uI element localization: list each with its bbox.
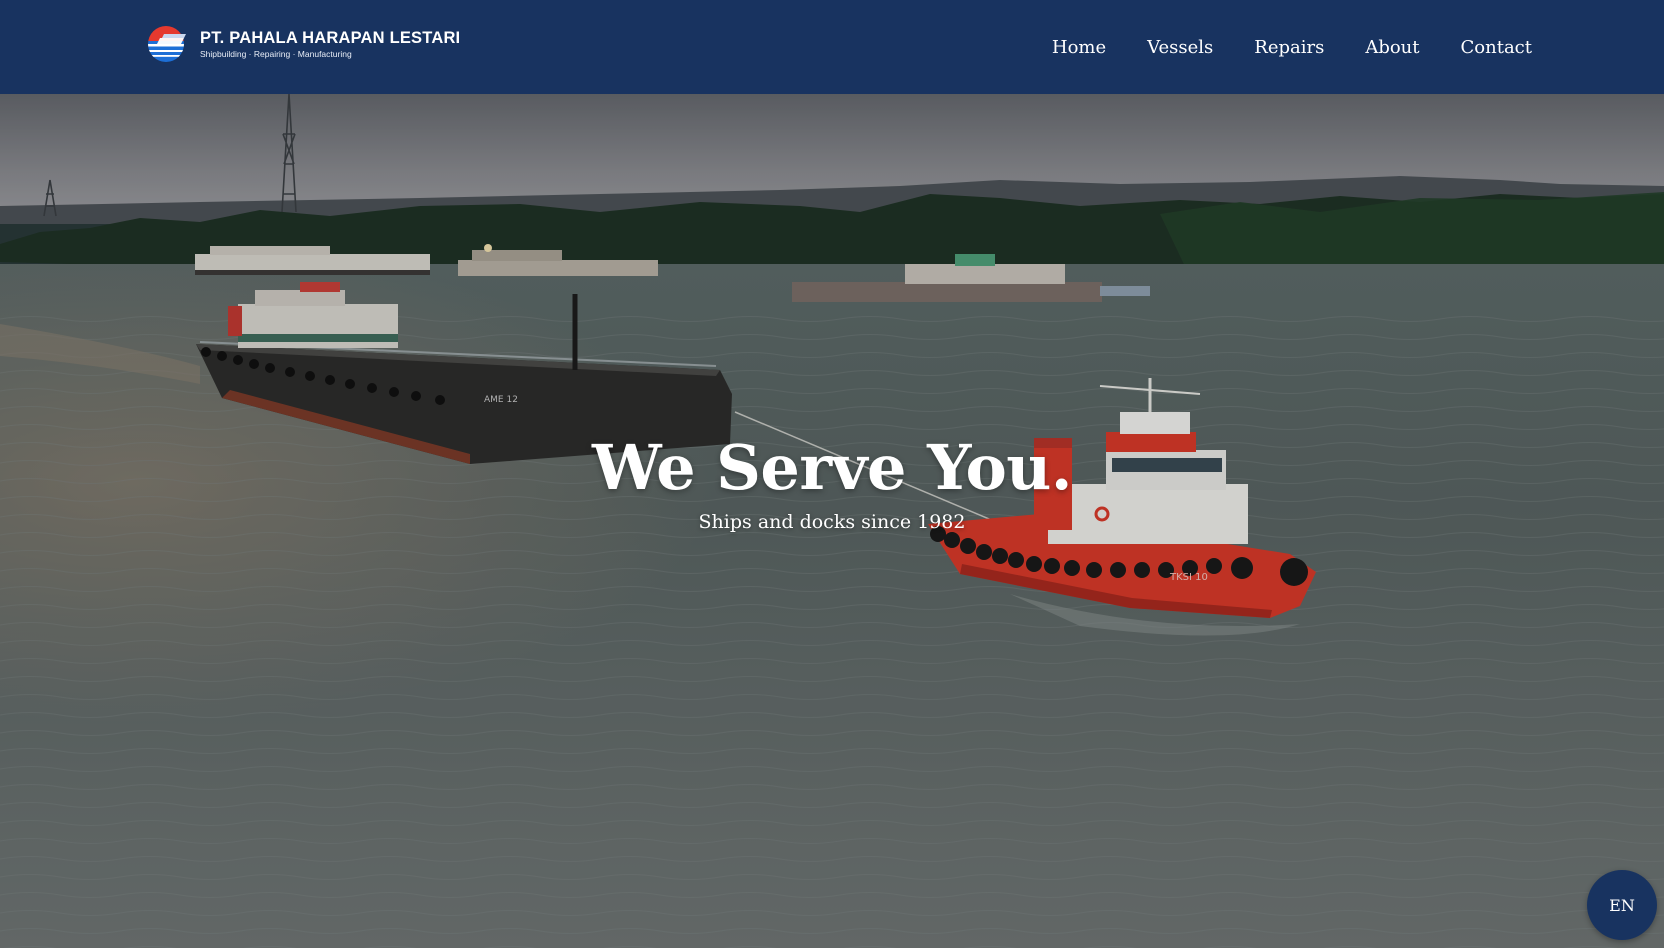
top-navbar: PT. PAHALA HARAPAN LESTARI Shipbuilding … (0, 0, 1664, 94)
language-switch-button[interactable]: EN (1587, 870, 1657, 940)
nav-home-link[interactable]: Home (1052, 37, 1106, 58)
hero-section: AME 12 TKSI 10 (0, 94, 1664, 948)
nav-vessels-link[interactable]: Vessels (1147, 37, 1213, 58)
globe-ship-logo-icon (148, 26, 186, 62)
nav-repairs-link[interactable]: Repairs (1254, 37, 1324, 58)
hero-background-image: AME 12 TKSI 10 (0, 94, 1664, 948)
brand-logo[interactable]: PT. PAHALA HARAPAN LESTARI Shipbuilding … (146, 24, 460, 64)
brand-name: PT. PAHALA HARAPAN LESTARI (200, 28, 461, 47)
nav-contact-link[interactable]: Contact (1461, 37, 1532, 58)
nav-about-link[interactable]: About (1365, 37, 1419, 58)
main-nav: Home Vessels Repairs About Contact (1052, 0, 1532, 94)
brand-text: PT. PAHALA HARAPAN LESTARI Shipbuilding … (200, 29, 460, 60)
brand-tagline: Shipbuilding · Repairing · Manufacturing (200, 48, 352, 59)
